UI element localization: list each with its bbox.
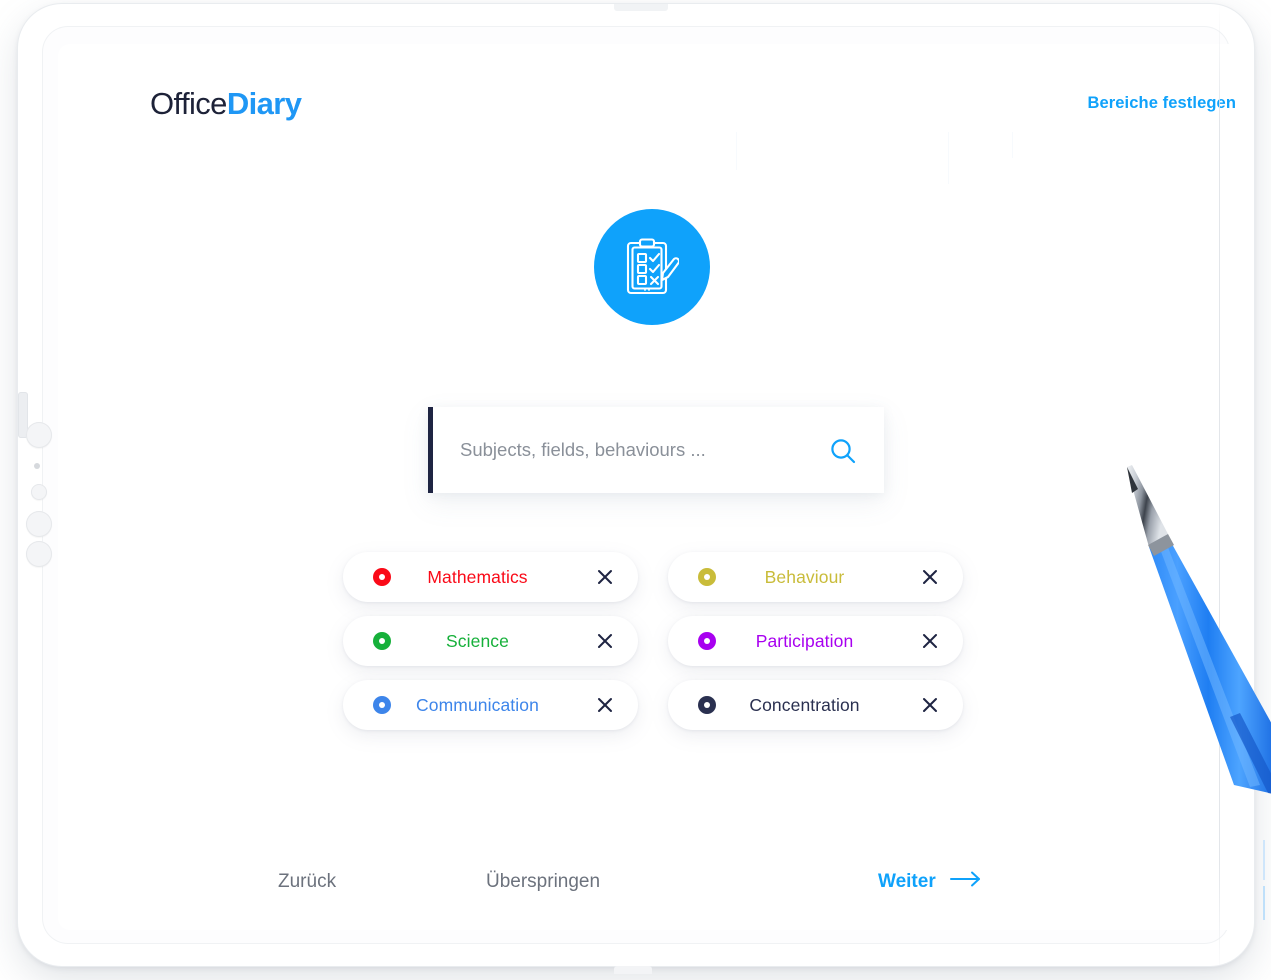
wizard-navigation: Zurück Überspringen Weiter xyxy=(58,859,1250,919)
tag-column-left: Mathematics Science Communication xyxy=(343,552,638,744)
close-icon[interactable] xyxy=(594,566,616,588)
tag-column-right: Behaviour Participation Concentration xyxy=(668,552,963,744)
ring-dot-purple-icon xyxy=(698,632,716,650)
device-bottom-notch xyxy=(614,966,652,974)
logo-text-office: Office xyxy=(150,86,227,121)
device-camera-lens xyxy=(31,484,47,500)
tag-chip-communication[interactable]: Communication xyxy=(343,680,638,730)
close-icon[interactable] xyxy=(919,694,941,716)
ring-dot-green-icon xyxy=(373,632,391,650)
search-bar[interactable] xyxy=(428,407,884,493)
close-icon[interactable] xyxy=(594,694,616,716)
device-volume-up-button[interactable] xyxy=(26,511,52,537)
tablet-device-frame: OfficeDiary Bereiche festlegen Subjects,… xyxy=(18,4,1254,980)
device-button-top[interactable] xyxy=(26,422,52,448)
tag-chip-behaviour[interactable]: Behaviour xyxy=(668,552,963,602)
app-logo[interactable]: OfficeDiary xyxy=(150,86,302,122)
device-top-notch xyxy=(614,4,668,11)
arrow-right-icon xyxy=(949,871,982,893)
set-areas-link[interactable]: Bereiche festlegen xyxy=(1087,94,1236,113)
tablet-screen: OfficeDiary Bereiche festlegen Subjects,… xyxy=(58,44,1250,930)
decorative-divider-1 xyxy=(736,132,737,170)
next-button-label: Weiter xyxy=(878,871,936,892)
back-button[interactable]: Zurück xyxy=(278,871,336,893)
tag-chip-concentration[interactable]: Concentration xyxy=(668,680,963,730)
decorative-divider-3 xyxy=(1012,132,1013,158)
next-button[interactable]: Weiter xyxy=(878,871,982,893)
close-icon[interactable] xyxy=(919,566,941,588)
clipboard-checklist-pencil-icon xyxy=(594,209,710,325)
skip-button[interactable]: Überspringen xyxy=(486,871,600,893)
device-volume-down-button[interactable] xyxy=(26,541,52,567)
ring-dot-red-icon xyxy=(373,568,391,586)
device-edge-highlight-lower xyxy=(1263,886,1265,920)
device-right-edge-hairline xyxy=(1219,4,1220,980)
ring-dot-navy-icon xyxy=(698,696,716,714)
close-icon[interactable] xyxy=(594,630,616,652)
tag-chip-science[interactable]: Science xyxy=(343,616,638,666)
device-edge-highlight-upper xyxy=(1263,840,1265,880)
ring-dot-gold-icon xyxy=(698,568,716,586)
close-icon[interactable] xyxy=(919,630,941,652)
search-caret xyxy=(428,407,433,493)
search-icon[interactable] xyxy=(828,436,858,466)
device-microphone-hole xyxy=(34,463,40,469)
search-input[interactable] xyxy=(460,407,790,493)
logo-text-diary: Diary xyxy=(226,86,302,121)
decorative-divider-2 xyxy=(948,132,949,184)
ring-dot-blue-icon xyxy=(373,696,391,714)
tag-chip-participation[interactable]: Participation xyxy=(668,616,963,666)
tag-chip-mathematics[interactable]: Mathematics xyxy=(343,552,638,602)
